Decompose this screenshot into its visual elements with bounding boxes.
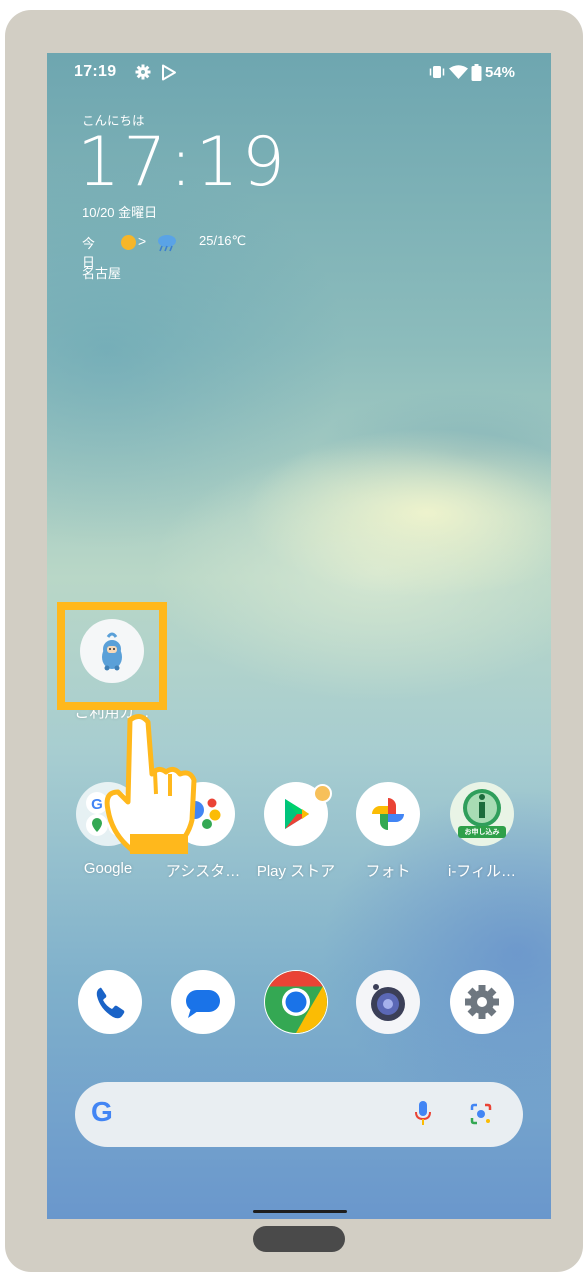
photos-label: フォト [365,863,411,880]
gear-icon [135,64,151,80]
lens-icon [371,984,405,1021]
chevron-right-icon: > [138,233,147,249]
date-text: 10/20 金曜日 [82,205,158,220]
gesture-nav-handle[interactable] [253,1210,347,1213]
settings-icon [450,970,514,1034]
chrome-logo-icon [265,971,327,1033]
battery-percent: 54% [485,64,516,81]
temperature-text: 25/16℃ [199,233,247,248]
pinwheel-icon [372,798,404,830]
i-filter-icon: お申し込み [450,782,514,846]
wifi-icon [449,65,468,79]
assistant-label: アシスタ… [165,863,241,880]
home-button[interactable] [253,1226,345,1252]
i-filter-label: i-フィル… [447,863,517,880]
microphone-icon[interactable] [415,1101,431,1127]
notification-dot [313,784,332,803]
pointing-hand-icon [104,714,197,854]
status-bar: 17:19 54% [47,53,551,93]
camera-icon [356,970,420,1034]
handset-icon [96,987,125,1019]
status-time: 17:19 [74,63,117,80]
rain-cloud-icon [158,235,176,252]
google-search-bar[interactable]: G [75,1082,523,1147]
i-filter-badge: お申し込み [464,829,500,836]
sun-icon [121,235,136,250]
location-text: 名古屋 [82,266,122,281]
battery-icon [471,64,482,81]
photos-icon [356,782,420,846]
google-folder-label: Google [83,860,133,877]
tap-highlight-box [57,602,167,710]
phone-icon [78,970,142,1034]
messages-icon [171,970,235,1034]
chat-bubble-icon [186,990,220,1018]
clock-time: 17:19 [77,123,288,202]
chrome-icon [264,970,328,1034]
play-store-label: Play ストア [256,863,336,880]
google-lens-icon[interactable] [469,1102,493,1126]
cog-icon [465,985,499,1019]
google-logo: G [91,1096,113,1127]
play-store-notification-icon [162,64,176,81]
vibrate-icon [429,66,445,78]
